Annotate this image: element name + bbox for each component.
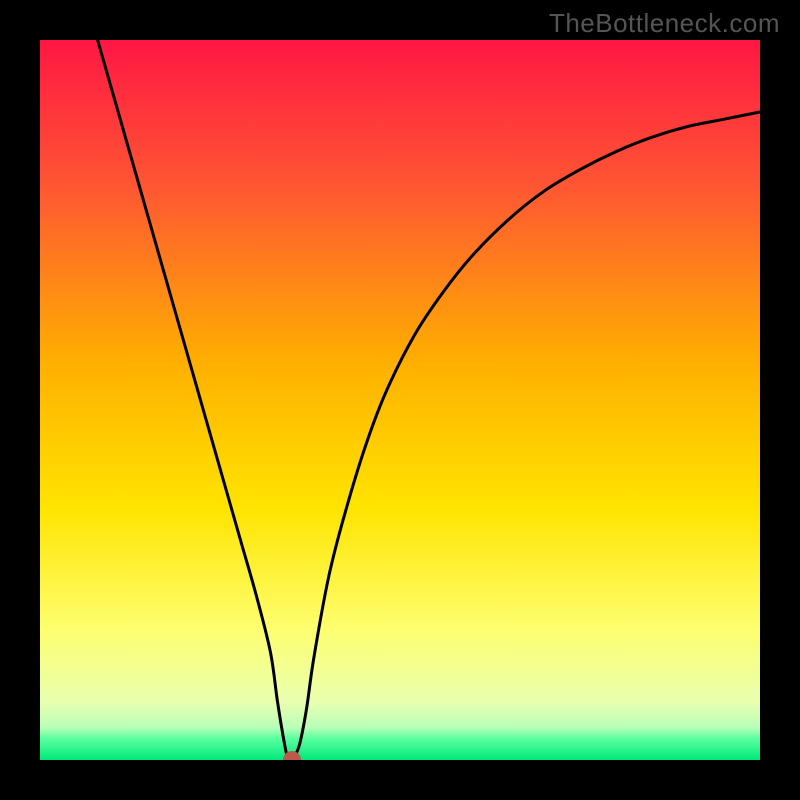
plot-area	[40, 40, 760, 760]
chart-frame: TheBottleneck.com	[0, 0, 800, 800]
watermark-text: TheBottleneck.com	[549, 8, 780, 39]
gradient-background	[40, 40, 760, 760]
chart-svg	[40, 40, 760, 760]
